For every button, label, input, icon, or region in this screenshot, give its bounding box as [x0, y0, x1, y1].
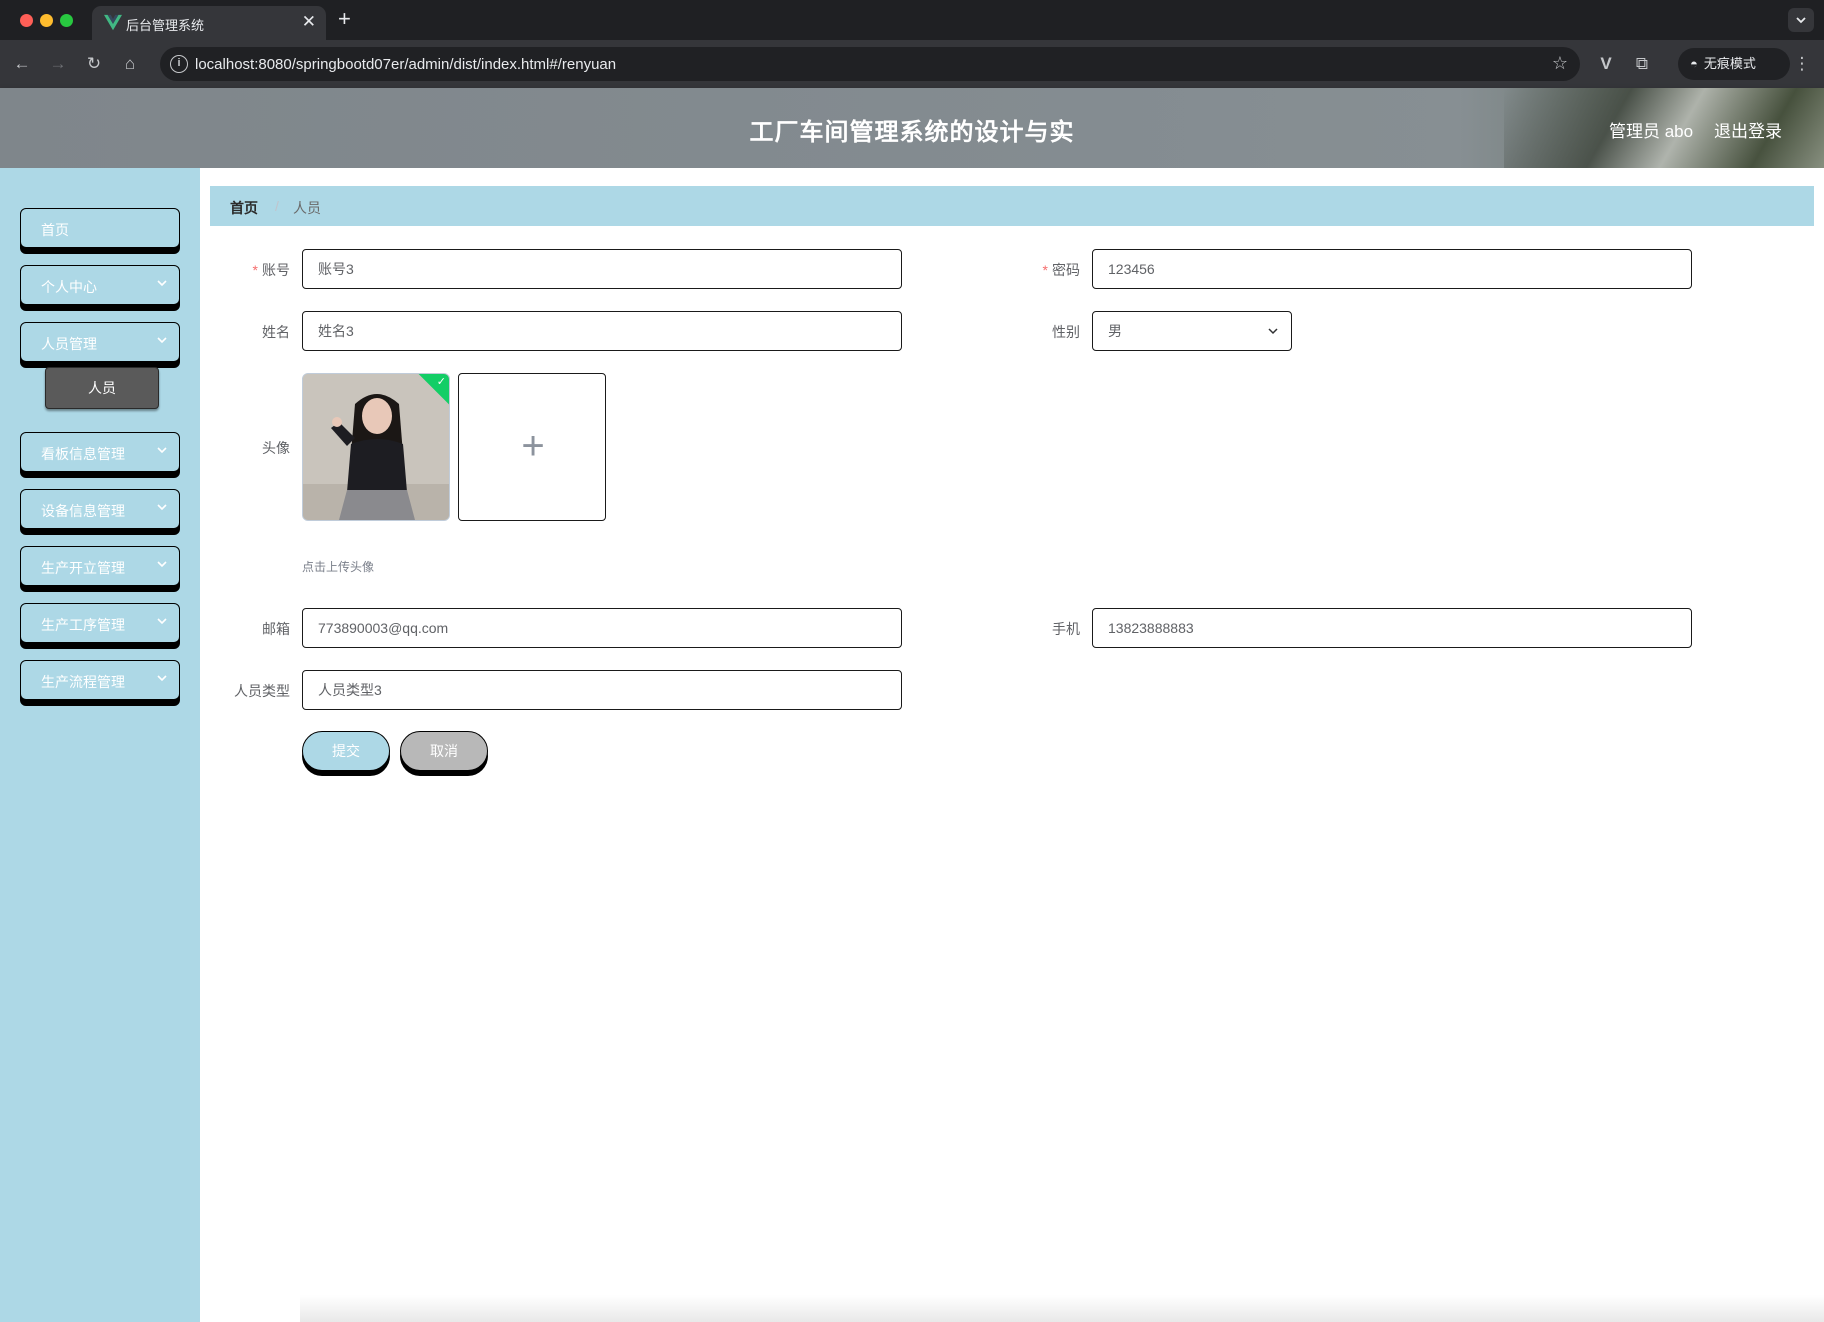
reload-icon[interactable]: ↻: [82, 52, 106, 76]
address-bar[interactable]: i localhost:8080/springbootd07er/admin/d…: [160, 47, 1580, 81]
app-title: 工厂车间管理系统的设计与实: [749, 119, 1075, 146]
sidebar-item-label: 生产开立管理: [41, 560, 125, 576]
chevron-down-icon: [157, 280, 167, 287]
sidebar-item-label: 设备信息管理: [41, 503, 125, 519]
plus-icon: +: [521, 424, 545, 468]
browser-toolbar: ← → ↻ ⌂ i localhost:8080/springbootd07er…: [0, 40, 1824, 88]
sidebar-subitem-label: 人员: [88, 380, 116, 396]
forward-arrow-icon[interactable]: →: [46, 52, 70, 76]
home-icon[interactable]: ⌂: [118, 52, 142, 76]
sidebar-item-label: 生产流程管理: [41, 674, 125, 690]
sidebar-item-board-info[interactable]: 看板信息管理: [20, 432, 180, 472]
back-arrow-icon[interactable]: ←: [10, 52, 34, 76]
window-minimize-button[interactable]: [40, 14, 53, 27]
avatar-label: 头像: [262, 440, 290, 456]
new-tab-button[interactable]: +: [338, 6, 351, 32]
avatar-upload-button[interactable]: +: [458, 373, 606, 521]
tab-search-button[interactable]: [1788, 8, 1814, 32]
name-label: 姓名: [262, 324, 290, 340]
sidebar-item-personal-center[interactable]: 个人中心: [20, 265, 180, 305]
main-content: 首页 / 人员 * 账号 账号3 * 密码 123456 姓名 姓名3 性别 男 头…: [200, 168, 1824, 1322]
gender-select[interactable]: 男: [1092, 311, 1292, 351]
chevron-down-icon: [157, 618, 167, 625]
sidebar-item-home[interactable]: 首页: [20, 208, 180, 248]
chevron-down-icon: [157, 504, 167, 511]
breadcrumb: 首页 / 人员: [210, 186, 1814, 226]
bottom-shadow: [300, 1295, 1824, 1322]
submit-button[interactable]: 提交: [302, 731, 390, 771]
person-type-label: 人员类型: [234, 683, 290, 699]
required-mark: *: [1042, 262, 1048, 278]
sidebar-item-production-flow[interactable]: 生产流程管理: [20, 660, 180, 700]
logout-link[interactable]: 退出登录: [1714, 117, 1782, 142]
phone-input[interactable]: 13823888883: [1092, 608, 1692, 648]
url-text[interactable]: localhost:8080/springbootd07er/admin/dis…: [195, 56, 616, 73]
sidebar-item-label: 生产工序管理: [41, 617, 125, 633]
sidebar-item-label: 首页: [41, 222, 69, 238]
sidebar-item-equipment-info[interactable]: 设备信息管理: [20, 489, 180, 529]
upload-tip: 点击上传头像: [302, 560, 375, 574]
browser-tab[interactable]: 后台管理系统 ✕: [92, 6, 326, 40]
info-icon[interactable]: i: [170, 55, 188, 73]
check-icon: ✓: [436, 376, 446, 388]
phone-label: 手机: [1052, 621, 1080, 637]
account-input[interactable]: 账号3: [302, 249, 902, 289]
breadcrumb-current: 人员: [293, 200, 321, 216]
chevron-down-icon: [157, 561, 167, 568]
window-maximize-button[interactable]: [60, 14, 73, 27]
name-input[interactable]: 姓名3: [302, 311, 902, 351]
email-input[interactable]: 773890003@qq.com: [302, 608, 902, 648]
chevron-down-icon: [157, 675, 167, 682]
chevron-down-icon: [1796, 17, 1806, 24]
cancel-button[interactable]: 取消: [400, 731, 488, 771]
current-user: 管理员 abo: [1609, 122, 1694, 141]
sidebar-item-label: 人员管理: [41, 336, 97, 352]
vue-logo-icon: [104, 14, 122, 31]
password-input[interactable]: 123456: [1092, 249, 1692, 289]
more-vert-icon[interactable]: ⋮: [1790, 52, 1814, 76]
app-header: 工厂车间管理系统的设计与实 管理员 abo 退出登录: [0, 88, 1824, 168]
avatar-image[interactable]: ✓: [302, 373, 450, 521]
extensions-icon[interactable]: ⧉: [1630, 52, 1654, 76]
tab-close-icon[interactable]: ✕: [302, 12, 316, 32]
sidebar-item-label: 看板信息管理: [41, 446, 125, 462]
password-label: * 密码: [1042, 262, 1080, 278]
sidebar-item-production-open[interactable]: 生产开立管理: [20, 546, 180, 586]
gender-value: 男: [1108, 323, 1122, 339]
breadcrumb-separator: /: [275, 198, 279, 214]
incognito-badge[interactable]: ◓ 无痕模式: [1678, 48, 1790, 80]
chevron-up-icon: [157, 337, 167, 344]
avatar-photo: [303, 374, 449, 520]
sidebar: 首页 个人中心 人员管理 人员 看板信息管理 设备信息管理 生产开立管理 生产工…: [0, 168, 200, 1322]
account-label: * 账号: [252, 262, 290, 278]
window-close-button[interactable]: [20, 14, 33, 27]
breadcrumb-home[interactable]: 首页: [230, 198, 258, 218]
chevron-down-icon: [1268, 328, 1278, 335]
browser-tab-bar: 后台管理系统 ✕ +: [0, 0, 1824, 40]
sidebar-item-production-process[interactable]: 生产工序管理: [20, 603, 180, 643]
sidebar-item-personnel[interactable]: 人员管理: [20, 322, 180, 362]
incognito-label: 无痕模式: [1703, 56, 1756, 71]
person-type-input[interactable]: 人员类型3: [302, 670, 902, 710]
star-icon[interactable]: ☆: [1552, 53, 1568, 74]
email-label: 邮箱: [262, 621, 290, 637]
incognito-icon: ◓: [1690, 56, 1698, 71]
required-mark: *: [252, 262, 258, 278]
chevron-down-icon: [157, 447, 167, 454]
sidebar-subitem-personnel[interactable]: 人员: [45, 367, 159, 409]
sidebar-item-label: 个人中心: [41, 279, 97, 295]
vue-devtools-icon[interactable]: V: [1594, 52, 1618, 76]
tab-title: 后台管理系统: [126, 18, 205, 33]
gender-label: 性别: [1052, 324, 1080, 340]
